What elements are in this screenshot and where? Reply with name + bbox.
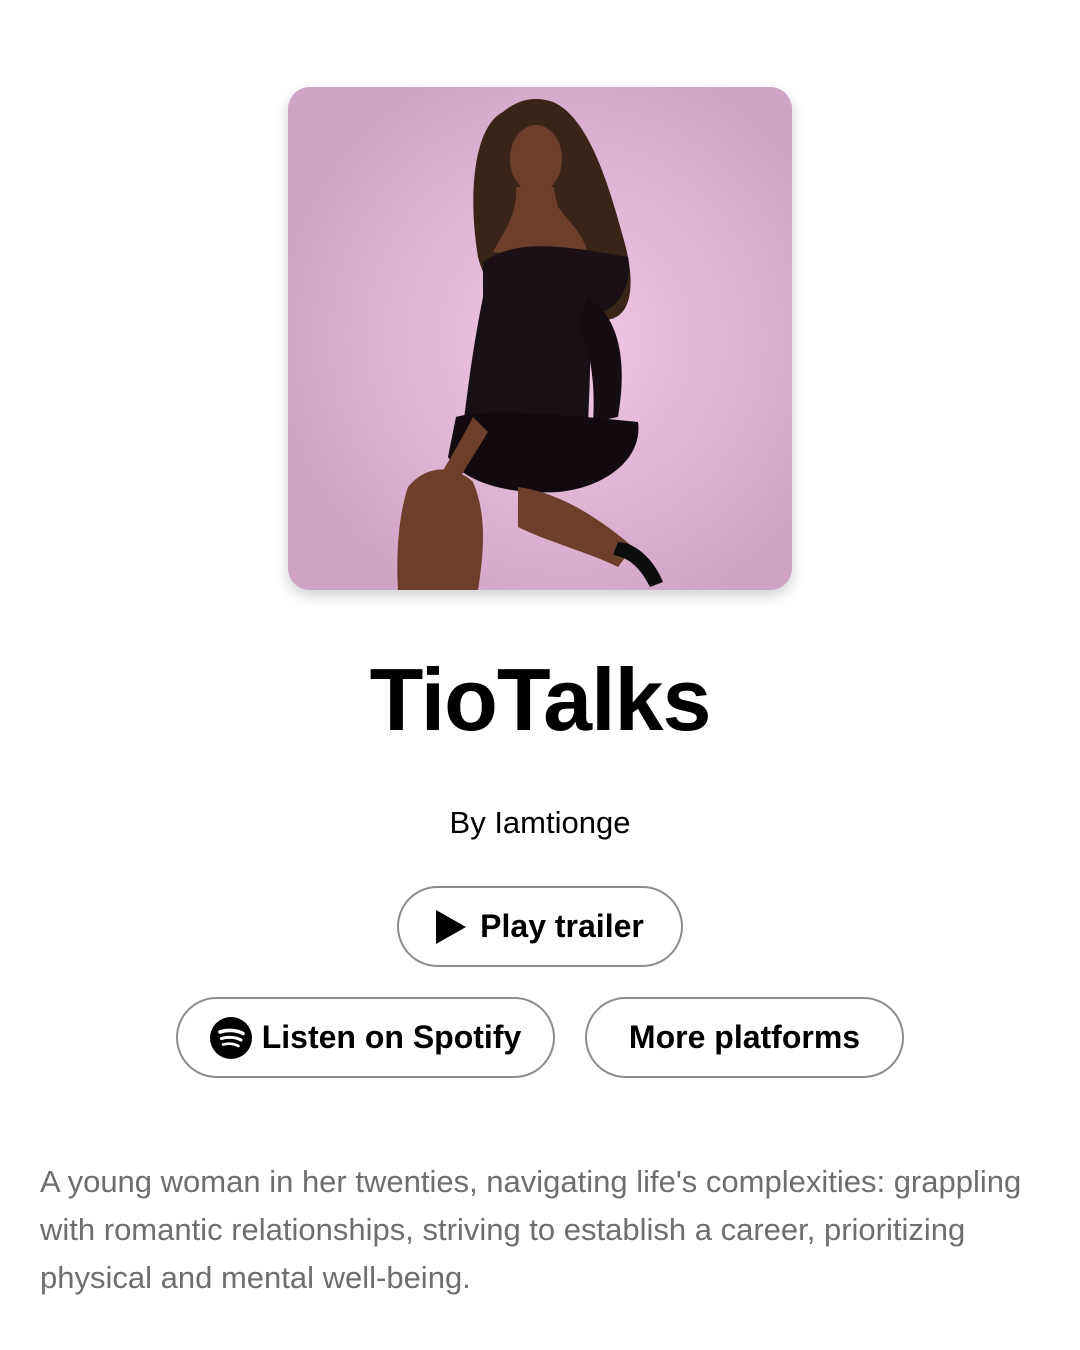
play-icon [436, 909, 467, 944]
play-trailer-button[interactable]: Play trailer [397, 886, 683, 967]
more-platforms-button[interactable]: More platforms [585, 997, 904, 1078]
listen-on-spotify-label: Listen on Spotify [261, 1019, 522, 1055]
cover-illustration [288, 87, 792, 590]
more-platforms-label: More platforms [628, 1019, 861, 1055]
podcast-title: TioTalks [369, 650, 712, 749]
spotify-icon [209, 1016, 252, 1059]
podcast-description: A young woman in her twenties, navigatin… [40, 1164, 1022, 1295]
podcast-cover-image [288, 87, 792, 590]
listen-on-spotify-button[interactable]: Listen on Spotify [176, 997, 555, 1078]
podcast-author[interactable]: By Iamtionge [0, 801, 1080, 845]
play-trailer-label: Play trailer [480, 908, 644, 944]
